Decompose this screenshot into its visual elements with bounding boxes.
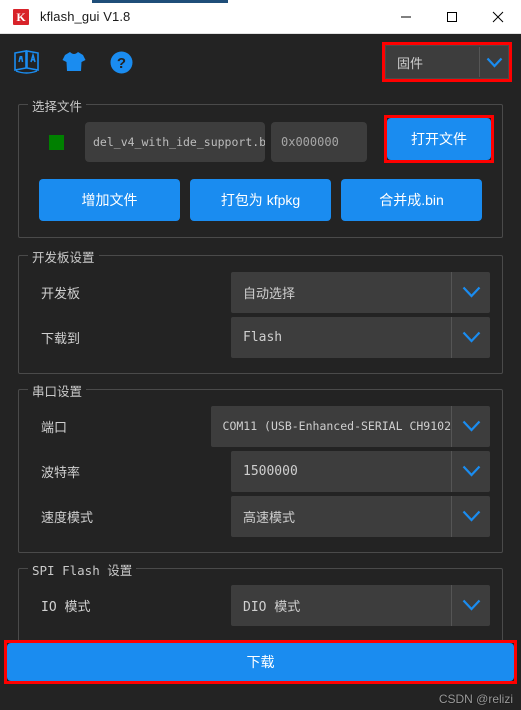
kflash-logo-icon: K (13, 8, 29, 25)
chevron-down-icon (452, 599, 490, 611)
translate-icon[interactable] (12, 47, 42, 77)
board-settings-group: 开发板设置 开发板 自动选择 下载到 Flash (18, 247, 503, 374)
baudrate-select[interactable]: 1500000 (231, 450, 490, 492)
file-enabled-checkbox[interactable] (49, 134, 64, 150)
board-select-label: 开发板 (41, 285, 81, 301)
io-mode-select[interactable]: DIO 模式 (231, 584, 490, 626)
mode-select[interactable]: 固件 (385, 45, 509, 79)
chevron-down-icon (452, 331, 490, 343)
spi-flash-settings-group: SPI Flash 设置 IO 模式 DIO 模式 (18, 560, 503, 642)
speed-mode-value: 高速模式 (243, 509, 296, 525)
io-mode-value: DIO 模式 (243, 599, 301, 615)
spi-flash-settings-group-label: SPI Flash 设置 (28, 560, 137, 579)
maximize-icon[interactable] (429, 0, 475, 33)
open-file-highlight: 打开文件 (384, 115, 494, 163)
io-mode-label: IO 模式 (41, 599, 91, 615)
window-controls (383, 0, 521, 33)
io-mode-row: IO 模式 DIO 模式 (31, 583, 490, 627)
mode-select-value: 固件 (397, 55, 424, 71)
title-bar: K kflash_gui V1.8 (0, 0, 521, 34)
baudrate-row: 波特率 1500000 (31, 449, 490, 493)
port-select[interactable]: COM11 (USB-Enhanced-SERIAL CH9102 (210, 405, 490, 447)
toolbar: ? 固件 (0, 34, 521, 90)
app-icon-letter: K (16, 9, 26, 24)
chevron-down-icon (452, 286, 490, 298)
tshirt-theme-icon[interactable] (59, 47, 89, 77)
speed-mode-label: 速度模式 (41, 509, 94, 525)
kflash-gui-window: K kflash_gui V1.8 ? 固件 选择文件 del_v4_with_… (0, 0, 521, 710)
port-row: 端口 COM11 (USB-Enhanced-SERIAL CH9102 (31, 404, 490, 448)
help-icon[interactable]: ? (106, 47, 136, 77)
download-target-row: 下载到 Flash (31, 315, 490, 359)
serial-settings-group-label: 串口设置 (28, 381, 87, 400)
svg-text:?: ? (116, 55, 125, 72)
speed-mode-select[interactable]: 高速模式 (231, 495, 490, 537)
active-window-accent (92, 0, 228, 3)
chevron-down-icon (480, 57, 508, 68)
file-address-input[interactable]: 0x000000 (271, 122, 367, 162)
mode-select-highlight: 固件 (382, 42, 512, 82)
file-entry-row: del_v4_with_ide_support.bin 0x000000 打开文… (29, 115, 494, 163)
download-button[interactable]: 下载 (7, 643, 514, 681)
download-target-value: Flash (243, 329, 283, 345)
window-title: kflash_gui V1.8 (40, 9, 131, 24)
board-select-value: 自动选择 (243, 285, 296, 301)
chevron-down-icon (452, 510, 490, 522)
serial-settings-group: 串口设置 端口 COM11 (USB-Enhanced-SERIAL CH910… (18, 381, 503, 553)
board-select[interactable]: 自动选择 (231, 271, 490, 313)
baudrate-value: 1500000 (243, 463, 298, 479)
file-path-input[interactable]: del_v4_with_ide_support.bin (85, 122, 265, 162)
board-select-row: 开发板 自动选择 (31, 270, 490, 314)
download-button-highlight: 下载 (4, 640, 517, 684)
add-file-button[interactable]: 增加文件 (39, 179, 180, 221)
close-icon[interactable] (475, 0, 521, 33)
port-label: 端口 (41, 419, 68, 435)
download-target-select[interactable]: Flash (231, 316, 490, 358)
minimize-icon[interactable] (383, 0, 429, 33)
board-settings-group-label: 开发板设置 (28, 247, 99, 266)
port-value: COM11 (USB-Enhanced-SERIAL CH9102 (222, 419, 451, 433)
chevron-down-icon (452, 465, 490, 477)
merge-bin-button[interactable]: 合并成.bin (341, 179, 482, 221)
download-target-label: 下载到 (41, 330, 81, 346)
select-file-group: 选择文件 del_v4_with_ide_support.bin 0x00000… (18, 96, 503, 238)
speed-mode-row: 速度模式 高速模式 (31, 494, 490, 538)
pack-kfpkg-button[interactable]: 打包为 kfpkg (190, 179, 331, 221)
select-file-group-label: 选择文件 (28, 96, 87, 115)
open-file-button[interactable]: 打开文件 (387, 118, 491, 160)
baudrate-label: 波特率 (41, 464, 81, 480)
toolbar-icon-group: ? (12, 47, 136, 77)
chevron-down-icon (452, 420, 490, 432)
file-actions-row: 增加文件 打包为 kfpkg 合并成.bin (29, 179, 492, 221)
watermark: CSDN @relizi (438, 692, 513, 706)
